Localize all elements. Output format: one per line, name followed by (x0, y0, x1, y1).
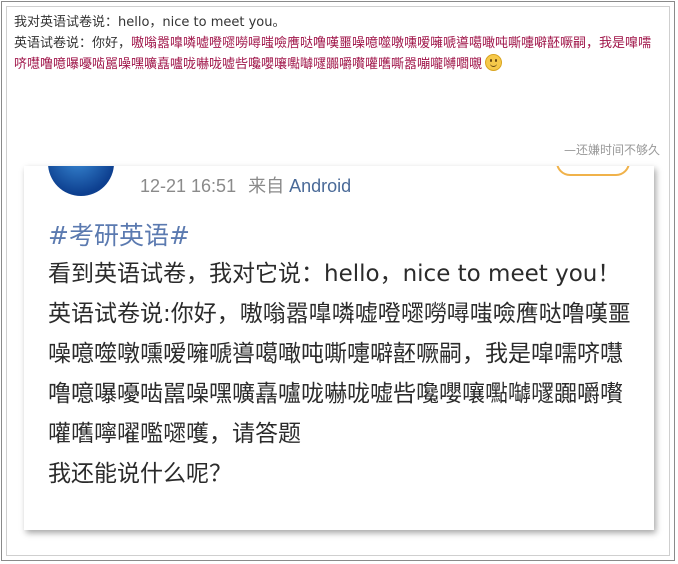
content-line-2: 英语试卷说:你好，嗷嗡嚣嘷噒嘘噔嚃嘮噚嗤噞噟哒噜嘆噩噪噫噬噋嚑嗳噰嗁噵噶噉吨嘶嚏… (48, 301, 631, 447)
from-label: 来自 (248, 176, 285, 196)
post-line-1: 我对英语试卷说：hello，nice to meet you。 (14, 15, 286, 30)
post-line-2-prefix: 英语试卷说：你好， (14, 36, 132, 51)
post-line-2: 英语试卷说：你好，嗷嗡嚣嘷噒嘘噔嚃嘮噚嗤噞噟哒噜嘆噩噪噫噬噋嚑嗳噰嗁噵噶噉吨嘶嚏… (14, 33, 664, 75)
post-body: 我对英语试卷说：hello，nice to meet you。 英语试卷说：你好… (14, 12, 664, 75)
content-line-1: 看到英语试卷，我对它说：hello，nice to meet you！ (48, 261, 621, 287)
follow-button[interactable] (556, 166, 630, 176)
timestamp: 12-21 16:51 (140, 176, 237, 196)
content-line-3: 我还能说什么呢？ (48, 461, 232, 487)
embedded-screenshot: 12-21 16:51 来自 Android #考研英语# 看到英语试卷，我对它说… (24, 166, 654, 530)
screenshot-content: 看到英语试卷，我对它说：hello，nice to meet you！ 英语试卷… (48, 254, 638, 494)
source-link[interactable]: Android (289, 176, 351, 196)
hashtag-link[interactable]: #考研英语# (48, 216, 190, 252)
signature: —还嫌时间不够久 (563, 143, 660, 157)
smile-emoji-icon (485, 54, 503, 71)
avatar (48, 166, 114, 196)
post-meta: 12-21 16:51 来自 Android (140, 172, 351, 198)
